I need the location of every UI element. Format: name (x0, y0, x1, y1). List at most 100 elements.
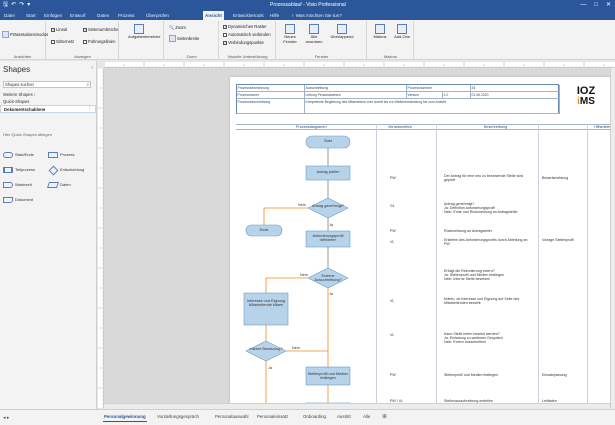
minimize-button[interactable]: — (580, 1, 586, 9)
grid-checkbox[interactable]: Gitternetz (51, 39, 74, 45)
tab-datei[interactable]: Datei (2, 11, 17, 20)
ribbon-group-zoom: 🔍 Zoom Seitenbreite Zoom (165, 21, 219, 59)
macros-button[interactable]: Makros (369, 24, 391, 52)
vertical-scrollbar[interactable] (610, 68, 615, 409)
autoconnect-label: Automatisch verbinden (228, 32, 271, 37)
cascade-icon (337, 24, 347, 34)
delay-shape-icon (3, 182, 13, 188)
new-window-icon (285, 24, 295, 34)
quick-shapes-link[interactable]: Quick-Shapes (3, 99, 29, 104)
redo-icon[interactable]: ↷ (19, 1, 24, 9)
row-description: Antrag genehmigt? Ja: Definition Anforde… (444, 202, 518, 215)
page-width-icon (169, 35, 176, 42)
drawing-canvas[interactable]: Prozessbezeichnung Ausschreibung Prozess… (104, 68, 615, 409)
new-window-button[interactable]: Neues Fenster (279, 24, 301, 52)
page-tab[interactable]: Onboarding (302, 413, 327, 421)
search-icon[interactable]: ⌕ (86, 82, 89, 88)
more-icon[interactable]: ▾ (27, 1, 30, 9)
shapes-search-input[interactable]: Shapes suchen ⌕ (3, 81, 91, 88)
ruler-checkbox[interactable]: ✓ Lineal (51, 27, 67, 33)
shape-document[interactable]: Dokument (3, 196, 49, 204)
grid-label: Gitternetz (56, 39, 75, 44)
tab-hilfe[interactable]: Hilfe (268, 11, 281, 20)
tab-ansicht[interactable]: Ansicht (203, 11, 224, 20)
page-tab[interactable]: Vorstellungsgespräch (156, 413, 200, 421)
active-stencil[interactable]: Dokumentschablone ⋮ (0, 105, 96, 113)
row-responsible: PW (390, 176, 396, 180)
task-panes-icon (134, 24, 144, 34)
new-window-label: Neues Fenster (283, 34, 297, 44)
shape-wait[interactable]: Wartezeit (3, 181, 49, 189)
tab-ueberpruefen[interactable]: Überprüfen (144, 11, 171, 20)
page-tab[interactable]: Personaleinsatz (256, 413, 289, 421)
ruler-label: Lineal (56, 27, 68, 32)
tab-einfuegen[interactable]: Einfügen (42, 11, 64, 20)
group-label: Fenster (314, 54, 329, 59)
page-width-label: Seitenbreite (177, 35, 200, 41)
presentation-icon (2, 31, 9, 38)
connector-no[interactable] (263, 207, 308, 225)
tab-daten[interactable]: Daten (95, 11, 111, 20)
arrange-all-button[interactable]: Alle anordnen (303, 24, 325, 52)
data-shape-icon (46, 182, 60, 188)
shape-start-end[interactable]: Start/Ende (3, 151, 49, 159)
task-panes-button[interactable]: Aufgabenbereiche (128, 24, 160, 52)
tab-entwicklertools[interactable]: Entwicklertools (231, 11, 266, 20)
decision-label: Interne Besetzung? (249, 347, 283, 351)
autoconnect-checkbox[interactable]: Automatisch verbinden (223, 32, 271, 38)
shape-label: Teilprozess (15, 167, 36, 172)
zoom-button[interactable]: 🔍 Zoom (169, 25, 186, 31)
quick-access-toolbar: 🖫 ↶ ↷ ▾ (3, 1, 30, 9)
process-shape[interactable] (243, 292, 289, 326)
undo-icon[interactable]: ↶ (11, 1, 16, 9)
collapse-pane-icon[interactable]: ‹ (91, 65, 93, 71)
row-description: Erstellen des Anforderungsprofils durch … (444, 238, 528, 247)
page-tab[interactable]: Personalgewinnung (103, 413, 147, 422)
connector-no[interactable] (265, 277, 308, 293)
row-aid: Einsatzplanung (542, 373, 567, 377)
cascade-button[interactable]: Überlappend (327, 24, 357, 52)
subprocess-shape-icon (3, 167, 13, 173)
guides-checkbox[interactable]: Führungslinien (83, 39, 115, 45)
pagebreaks-checkbox[interactable]: ✓ Seitenumbrüche (83, 27, 119, 33)
stencil-menu-icon[interactable]: ⋮ (87, 106, 92, 112)
tab-prozess[interactable]: Prozess (116, 11, 137, 20)
connection-points-checkbox[interactable]: ✓ Verbindungspunkte (223, 40, 264, 46)
checkbox-icon (83, 40, 87, 44)
start-label: Start (323, 139, 333, 143)
page-tab[interactable]: Alle (362, 413, 371, 421)
close-button[interactable]: ✕ (606, 1, 611, 9)
page-nav-arrows[interactable]: ◂ ▸ (3, 415, 9, 421)
page-tab[interactable]: Personalauswahl (214, 413, 249, 421)
group-label: Makros (383, 54, 398, 59)
addons-button[interactable]: Add-Ons (391, 24, 413, 52)
shape-data[interactable]: Daten (46, 181, 94, 189)
page-navigation: ◂ ▸ (0, 409, 98, 425)
presentation-mode-button[interactable]: Präsentationsmodus (2, 31, 48, 38)
more-shapes-link[interactable]: Weitere Shapes › (3, 92, 35, 97)
shape-decision[interactable]: Entscheidung (48, 165, 94, 175)
save-icon[interactable]: 🖫 (3, 1, 8, 9)
ribbon-group-anzeigen: ✓ Lineal ✓ Seitenumbrüche Gitternetz Führu… (47, 21, 119, 59)
tab-entwurf[interactable]: Entwurf (68, 11, 88, 20)
macros-label: Makros (373, 34, 387, 39)
window-title: Prozessablauf - Visio Professional (270, 2, 346, 8)
page-width-button[interactable]: Seitenbreite (169, 35, 199, 42)
group-label: Anzeigen (74, 54, 91, 59)
drawing-page[interactable]: Prozessbezeichnung Ausschreibung Prozess… (230, 77, 615, 409)
row-description: Stellenprofil und Medien festlegen (444, 373, 499, 377)
shape-subprocess[interactable]: Teilprozess (3, 166, 49, 174)
presentation-label: Präsentationsmodus (10, 31, 49, 37)
dynamic-grid-checkbox[interactable]: ✓ Dynamisches Raster (223, 24, 267, 30)
decision-shape-icon (48, 165, 59, 175)
tab-start[interactable]: Start (24, 11, 38, 20)
step-label: Anforderungsprofil definieren (312, 234, 344, 243)
decision-label: Externe Ausschreibung? (314, 274, 342, 283)
add-page-icon[interactable]: ⊕ (382, 413, 387, 421)
decision-label: Antrag genehmigt? (311, 204, 345, 208)
page-tab[interactable]: Austritt (336, 413, 352, 421)
tell-me-search[interactable]: ♀ Was möchten Sie tun? (289, 11, 344, 20)
shape-process[interactable]: Prozess (48, 151, 94, 159)
flow-label-yes: Ja (329, 292, 334, 296)
maximize-button[interactable]: □ (594, 1, 598, 9)
